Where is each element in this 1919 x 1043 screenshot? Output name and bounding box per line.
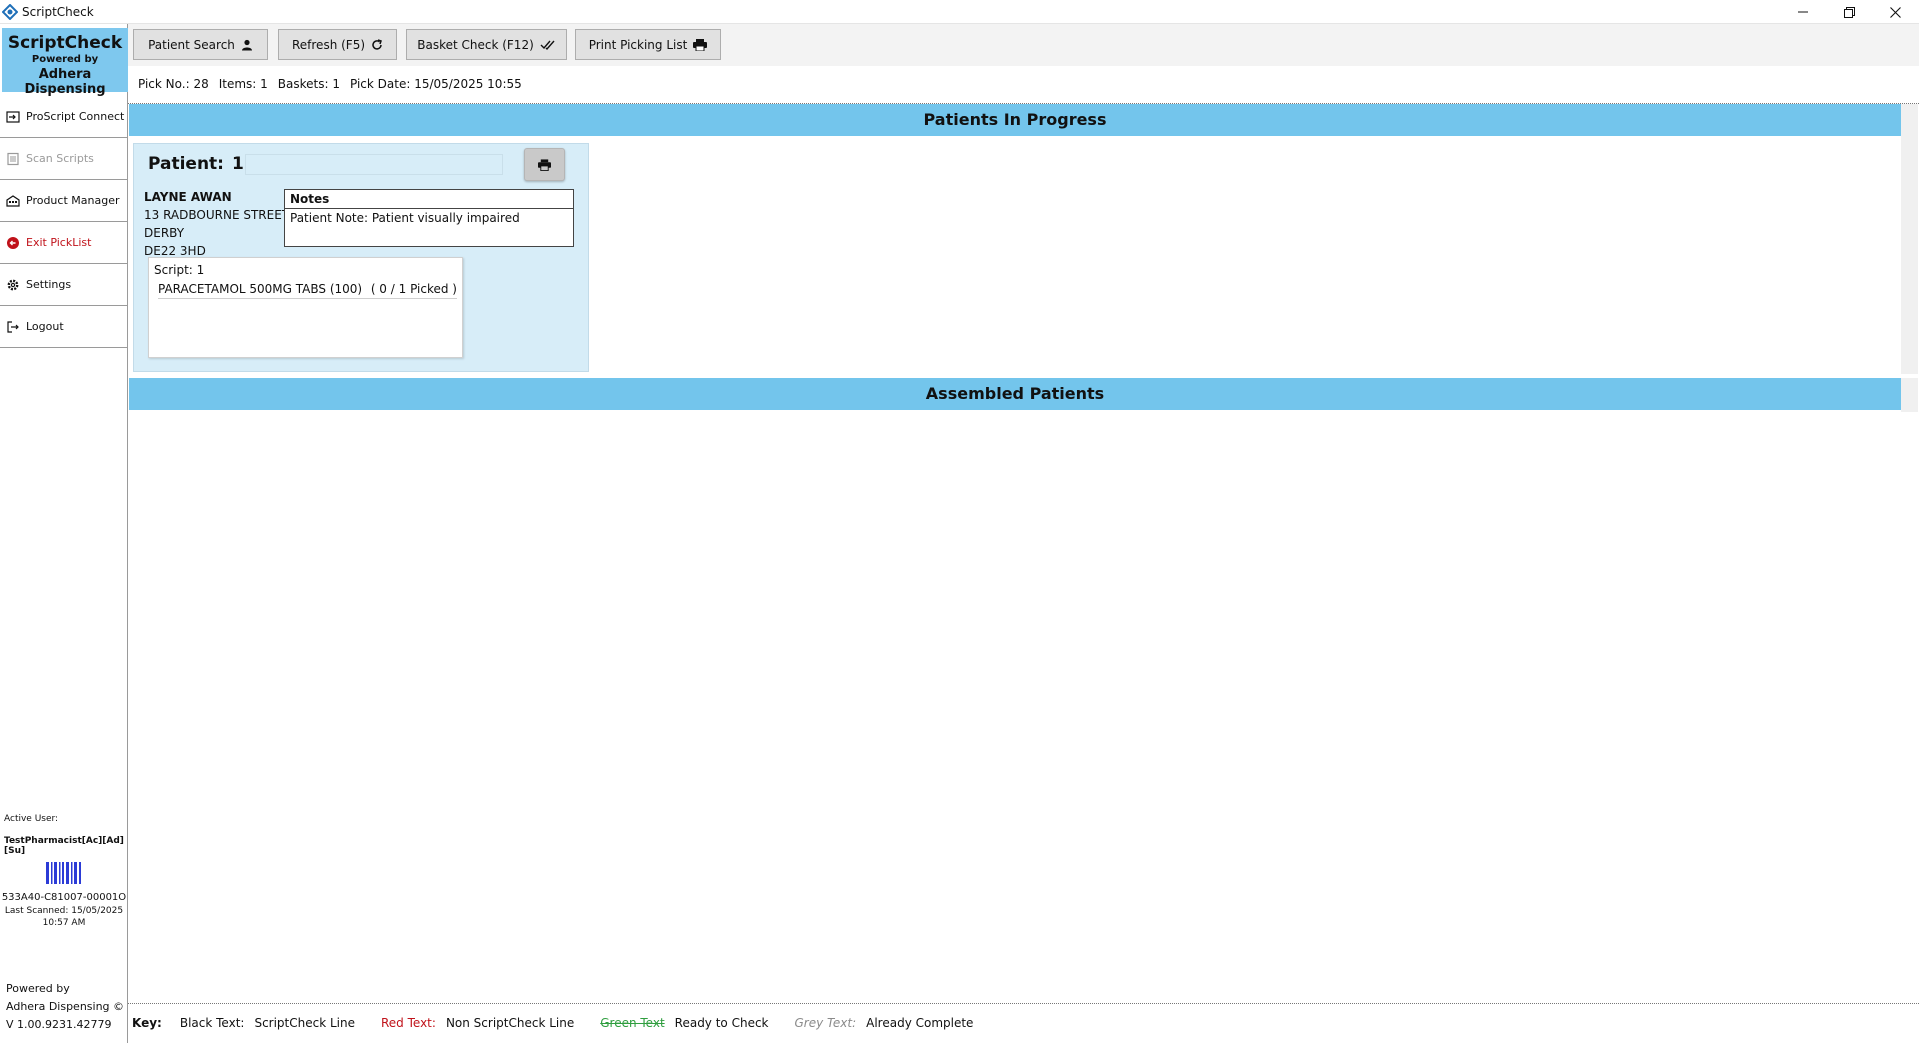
active-user-name: TestPharmacist[Ac][Ad][Su]	[4, 836, 124, 856]
powered-by-label: Powered by	[6, 982, 70, 995]
brand-logo: ScriptCheck Powered by Adhera Dispensing	[2, 28, 128, 97]
basket-check-label: Basket Check (F12)	[417, 37, 534, 52]
double-check-icon	[540, 40, 555, 50]
sidebar-item-logout[interactable]: Logout	[0, 306, 128, 348]
printer-icon	[538, 158, 551, 171]
key-green-desc: Ready to Check	[674, 1016, 769, 1030]
powered-by: Powered by Adhera Dispensing © V 1.00.92…	[6, 980, 124, 1034]
key-black: Black Text:	[179, 1016, 245, 1030]
active-user-label: Active User:	[4, 814, 59, 824]
last-scanned-time: 10:57 AM	[42, 918, 86, 928]
legend: Key: Black Text: ScriptCheck Line Red Te…	[132, 1016, 999, 1030]
patient-number: 1	[232, 154, 244, 174]
refresh-button[interactable]: Refresh (F5)	[278, 29, 397, 60]
print-picking-list-button[interactable]: Print Picking List	[575, 29, 721, 60]
logout-icon	[7, 320, 19, 333]
app-logo-icon	[2, 4, 18, 20]
scan-info: 533A40-C81007-00001O Last Scanned: 15/05…	[0, 892, 128, 929]
exit-icon	[7, 236, 19, 249]
sidebar: ScriptCheck Powered by Adhera Dispensing…	[0, 24, 128, 1043]
sidebar-item-label: Logout	[26, 320, 64, 333]
printer-icon	[693, 38, 708, 51]
sidebar-item-label: ProScript Connect	[26, 110, 125, 123]
key-green: Green Text	[600, 1016, 665, 1030]
pick-number: Pick No.: 28	[138, 77, 209, 91]
key-red: Red Text:	[381, 1016, 436, 1030]
brand-name: ScriptCheck	[7, 33, 123, 53]
script-item-row[interactable]: PARACETAMOL 500MG TABS (100) ( 0 / 1 Pic…	[158, 282, 457, 299]
sidebar-menu: ProScript Connect Scan Scripts Product M…	[0, 96, 128, 348]
minimize-icon	[1798, 11, 1808, 13]
sidebar-item-label: Scan Scripts	[26, 152, 94, 165]
version-label: V 1.00.9231.42779	[6, 1018, 112, 1031]
scan-icon	[7, 152, 19, 165]
basket-check-button[interactable]: Basket Check (F12)	[406, 29, 567, 60]
refresh-icon	[372, 38, 382, 50]
sidebar-item-exit-picklist[interactable]: Exit PickList	[0, 222, 128, 264]
barcode-icon	[46, 862, 81, 884]
minimize-button[interactable]	[1780, 0, 1826, 24]
sidebar-item-label: Product Manager	[26, 194, 120, 207]
patient-label: Patient:	[148, 154, 224, 174]
login-icon	[6, 110, 20, 123]
footer-key: Key: Black Text: ScriptCheck Line Red Te…	[128, 1003, 1919, 1043]
patient-title: Patient: 1	[148, 154, 244, 174]
toolbar: Patient Search Refresh (F5) Basket Check…	[128, 24, 1919, 66]
building-icon	[6, 194, 20, 207]
patient-search-label: Patient Search	[148, 37, 235, 52]
sidebar-item-scan-scripts[interactable]: Scan Scripts	[0, 138, 128, 180]
active-user: Active User: TestPharmacist[Ac][Ad][Su]	[4, 814, 127, 856]
baskets-count: Baskets: 1	[277, 77, 340, 91]
address-line-2: DERBY	[144, 226, 185, 240]
last-scanned-date: Last Scanned: 15/05/2025	[4, 906, 124, 916]
powered-by-company: Adhera Dispensing ©	[6, 1000, 125, 1013]
script-label: Script: 1	[154, 263, 205, 277]
patients-in-progress-header: Patients In Progress	[129, 104, 1901, 136]
print-picking-list-label: Print Picking List	[588, 37, 688, 52]
in-progress-scrollbar[interactable]	[1901, 104, 1918, 374]
address-line-1: 13 RADBOURNE STREET	[144, 208, 290, 222]
patient-card[interactable]: Patient: 1 LAYNE AWAN 13 RADBOURNE STREET…	[133, 143, 589, 372]
notes-header: Notes	[285, 190, 573, 209]
pick-date: Pick Date: 15/05/2025 10:55	[349, 77, 522, 91]
brand-company: Adhera Dispensing	[24, 67, 106, 97]
assembled-scrollbar[interactable]	[1901, 378, 1918, 412]
script-box: Script: 1 PARACETAMOL 500MG TABS (100) (…	[148, 257, 463, 358]
patient-search-button[interactable]: Patient Search	[133, 29, 268, 60]
gear-icon	[7, 279, 19, 290]
patient-note-text: Patient Note: Patient visually impaired	[290, 211, 520, 225]
key-grey: Grey Text:	[794, 1016, 857, 1030]
patient-notes: Notes Patient Note: Patient visually imp…	[284, 189, 574, 247]
patient-name: LAYNE AWAN	[144, 190, 232, 204]
sidebar-item-product-manager[interactable]: Product Manager	[0, 180, 128, 222]
script-item-picked: ( 0 / 1 Picked )	[370, 282, 457, 296]
key-label: Key:	[132, 1016, 162, 1030]
print-patient-button[interactable]	[524, 148, 565, 181]
assembled-patients-header: Assembled Patients	[129, 378, 1901, 410]
restore-icon	[1843, 6, 1855, 18]
sidebar-item-proscript-connect[interactable]: ProScript Connect	[0, 96, 128, 138]
sidebar-item-label: Settings	[26, 278, 72, 291]
brand-powered: Powered by	[31, 54, 99, 65]
window-title: ScriptCheck	[22, 5, 94, 19]
patient-address: LAYNE AWAN 13 RADBOURNE STREET DERBY DE2…	[144, 188, 289, 260]
key-red-desc: Non ScriptCheck Line	[445, 1016, 575, 1030]
pick-info: Pick No.: 28 Items: 1 Baskets: 1 Pick Da…	[138, 77, 522, 91]
patient-barcode-input[interactable]	[245, 154, 503, 175]
user-icon	[241, 39, 252, 50]
items-count: Items: 1	[218, 77, 268, 91]
sidebar-item-label: Exit PickList	[26, 236, 92, 249]
refresh-label: Refresh (F5)	[291, 37, 366, 52]
script-item-name: PARACETAMOL 500MG TABS (100)	[158, 282, 363, 296]
close-icon	[1889, 6, 1901, 18]
title-bar: ScriptCheck	[0, 0, 1919, 24]
key-black-desc: ScriptCheck Line	[254, 1016, 355, 1030]
restore-button[interactable]	[1826, 0, 1872, 24]
close-button[interactable]	[1872, 0, 1918, 24]
sidebar-item-settings[interactable]: Settings	[0, 264, 128, 306]
key-grey-desc: Already Complete	[866, 1016, 974, 1030]
scan-code: 533A40-C81007-00001O	[1, 892, 127, 903]
